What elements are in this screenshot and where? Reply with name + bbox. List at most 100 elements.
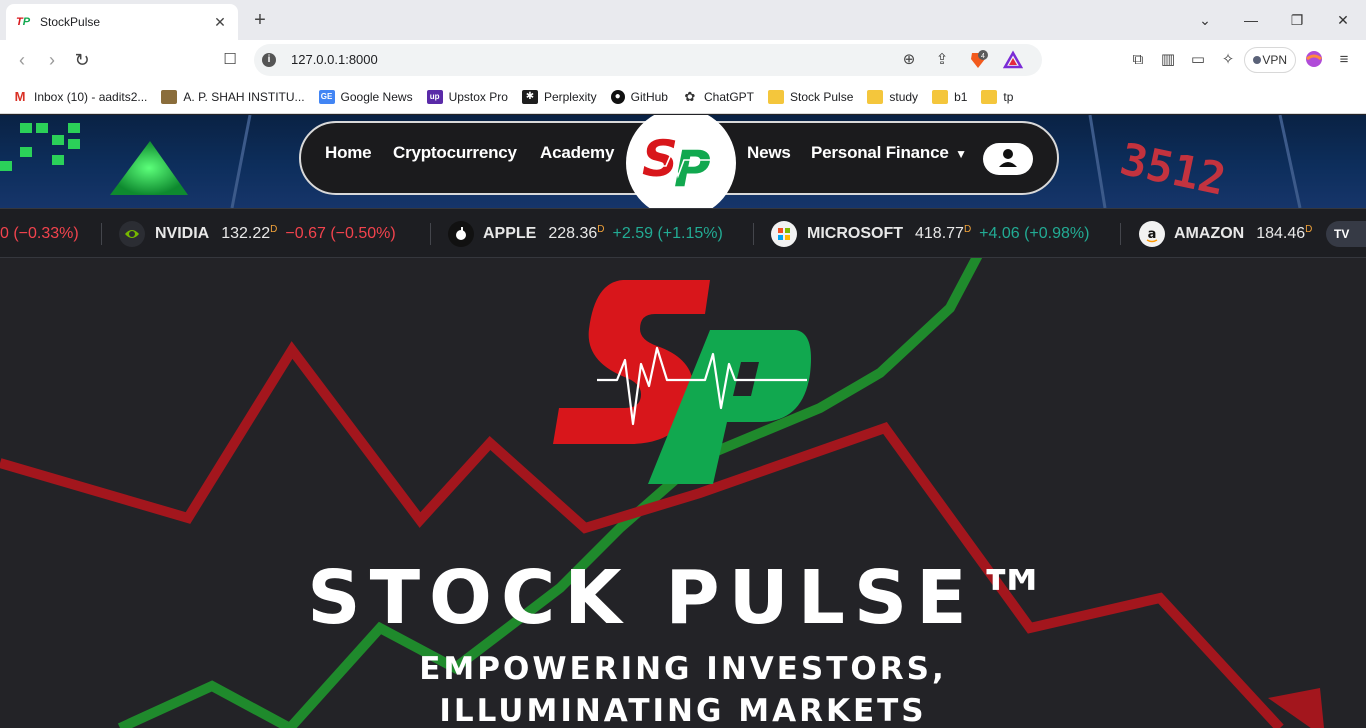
gmail-icon: M: [14, 88, 26, 104]
restore-button[interactable]: ❐: [1274, 12, 1320, 29]
nav-news-link[interactable]: News: [747, 143, 791, 163]
window-controls: ⌄ — ❐ ✕: [1182, 0, 1366, 40]
microsoft-logo-icon: [771, 221, 797, 247]
nav-academy-link[interactable]: Academy: [540, 143, 614, 163]
ticker-divider: [101, 223, 102, 245]
svg-text:3512: 3512: [1116, 134, 1230, 206]
profile-avatar-icon[interactable]: [1304, 50, 1324, 70]
ticker-change: −0.67 (−0.50%): [285, 225, 396, 242]
bookmark-label: A. P. SHAH INSTITU...: [183, 89, 305, 104]
bookmark-label: study: [889, 89, 919, 104]
minimize-button[interactable]: —: [1228, 12, 1274, 28]
bookmark-college[interactable]: A. P. SHAH INSTITU...: [161, 89, 305, 104]
tradingview-logo-icon[interactable]: TV: [1326, 221, 1366, 247]
close-tab-icon[interactable]: ✕: [212, 14, 228, 30]
nav-cryptocurrency-link[interactable]: Cryptocurrency: [393, 143, 517, 163]
folder-icon: [932, 89, 949, 104]
user-icon: [999, 149, 1017, 167]
stockpulse-favicon-icon: TP: [16, 16, 31, 28]
hero-title: STOCK PULSE™: [307, 555, 1059, 641]
perplexity-icon: ✱: [521, 89, 538, 104]
ticker-name: APPLE: [483, 225, 537, 242]
apple-logo-icon: [448, 221, 474, 247]
ticker-item-microsoft[interactable]: MICROSOFT 418.77 D +4.06 (+0.98%): [807, 224, 1090, 243]
bookmark-page-icon[interactable]: ☐: [220, 50, 240, 70]
tab-search-chevron-icon[interactable]: ⌄: [1182, 12, 1228, 29]
bookmark-gmail[interactable]: M Inbox (10) - aadits2...: [12, 88, 148, 104]
brave-rewards-icon[interactable]: [1002, 50, 1024, 70]
hero-subtitle-line-1: EMPOWERING INVESTORS,: [419, 651, 947, 687]
github-icon: ●: [610, 89, 625, 104]
browser-tab[interactable]: TP StockPulse ✕: [6, 4, 238, 40]
browser-tab-strip: TP StockPulse ✕ + ⌄ — ❐ ✕: [0, 0, 1366, 40]
hero-logo: SP: [553, 280, 811, 484]
ticker-delay-flag: D: [1305, 224, 1313, 235]
ticker-name: AMAZON: [1174, 225, 1245, 242]
vpn-button[interactable]: VPN: [1244, 47, 1296, 73]
ticker-divider: [1120, 223, 1121, 245]
ticker-change: +2.59 (+1.15%): [612, 225, 723, 242]
leo-ai-icon[interactable]: ✧: [1218, 50, 1238, 70]
bookmark-label: Upstox Pro: [448, 89, 508, 104]
zoom-icon[interactable]: ⊕: [899, 50, 919, 70]
nav-personal-finance-label: Personal Finance: [811, 143, 949, 162]
ticker-item-partial[interactable]: 0 (−0.33%): [0, 225, 79, 243]
bookmark-label: Google News: [340, 89, 413, 104]
svg-text:4: 4: [981, 53, 985, 60]
nav-home-link[interactable]: Home: [325, 143, 372, 163]
ticker-change: 0 (−0.33%): [0, 225, 79, 242]
ticker-name: MICROSOFT: [807, 225, 903, 242]
bookmark-folder-tp[interactable]: tp: [981, 89, 1014, 104]
nvidia-logo-icon: [119, 221, 145, 247]
svg-text:a: a: [1148, 227, 1157, 242]
extensions-icon[interactable]: ⧉: [1128, 50, 1148, 70]
bookmark-label: Stock Pulse: [790, 89, 854, 104]
folder-icon: [981, 89, 998, 104]
bookmark-folder-b1[interactable]: b1: [932, 89, 968, 104]
sidebar-icon[interactable]: ▥: [1158, 50, 1178, 70]
user-account-button[interactable]: [983, 143, 1033, 175]
ticker-price: 184.46: [1256, 225, 1306, 242]
bookmark-chatgpt[interactable]: ✿ ChatGPT: [682, 89, 754, 104]
bookmark-label: b1: [954, 89, 968, 104]
forward-button[interactable]: ›: [42, 50, 62, 70]
nav-logo[interactable]: S P: [626, 115, 736, 218]
site-info-icon[interactable]: i: [262, 53, 276, 67]
ticker-price: 418.77: [915, 225, 964, 242]
url-text[interactable]: 127.0.0.1:8000: [291, 52, 378, 67]
folder-icon: [867, 89, 884, 104]
vpn-status-icon: [1253, 56, 1261, 64]
ticker-divider: [753, 223, 754, 245]
folder-icon: [768, 89, 784, 104]
brave-shields-icon[interactable]: 4: [968, 50, 988, 70]
close-window-button[interactable]: ✕: [1320, 12, 1366, 29]
bookmark-label: tp: [1003, 89, 1014, 104]
ticker-change: +4.06 (+0.98%): [979, 225, 1090, 242]
menu-icon[interactable]: ≡: [1334, 50, 1354, 70]
college-icon: [161, 89, 178, 104]
ticker-item-apple[interactable]: APPLE 228.36 D +2.59 (+1.15%): [483, 224, 723, 243]
upstox-icon: up: [426, 89, 443, 104]
bookmark-github[interactable]: ● GitHub: [610, 89, 668, 104]
share-icon[interactable]: ⇪: [932, 50, 952, 70]
bookmark-upstox[interactable]: up Upstox Pro: [426, 89, 508, 104]
back-button[interactable]: ‹: [12, 50, 32, 70]
bookmark-label: ChatGPT: [703, 89, 754, 104]
new-tab-button[interactable]: +: [250, 10, 270, 30]
bookmarks-bar: M Inbox (10) - aadits2... A. P. SHAH INS…: [0, 80, 1366, 114]
ticker-item-amazon[interactable]: AMAZON 184.46 D: [1174, 224, 1320, 243]
nav-personal-finance-link[interactable]: Personal Finance ▼: [811, 143, 967, 163]
bookmark-google-news[interactable]: GE Google News: [318, 89, 413, 104]
bookmark-perplexity[interactable]: ✱ Perplexity: [521, 89, 597, 104]
svg-text:P: P: [674, 140, 711, 198]
bookmark-label: GitHub: [630, 89, 668, 104]
wallet-icon[interactable]: ▭: [1188, 50, 1208, 70]
ticker-delay-flag: D: [963, 224, 972, 235]
ticker-name: NVIDIA: [155, 225, 210, 242]
tab-title: StockPulse: [40, 15, 101, 29]
reload-button[interactable]: ↻: [72, 50, 92, 70]
ticker-item-nvidia[interactable]: NVIDIA 132.22 D −0.67 (−0.50%): [155, 224, 396, 243]
bookmark-folder-stock-pulse[interactable]: Stock Pulse: [768, 89, 854, 104]
ticker-delay-flag: D: [597, 224, 605, 235]
bookmark-folder-study[interactable]: study: [867, 89, 919, 104]
